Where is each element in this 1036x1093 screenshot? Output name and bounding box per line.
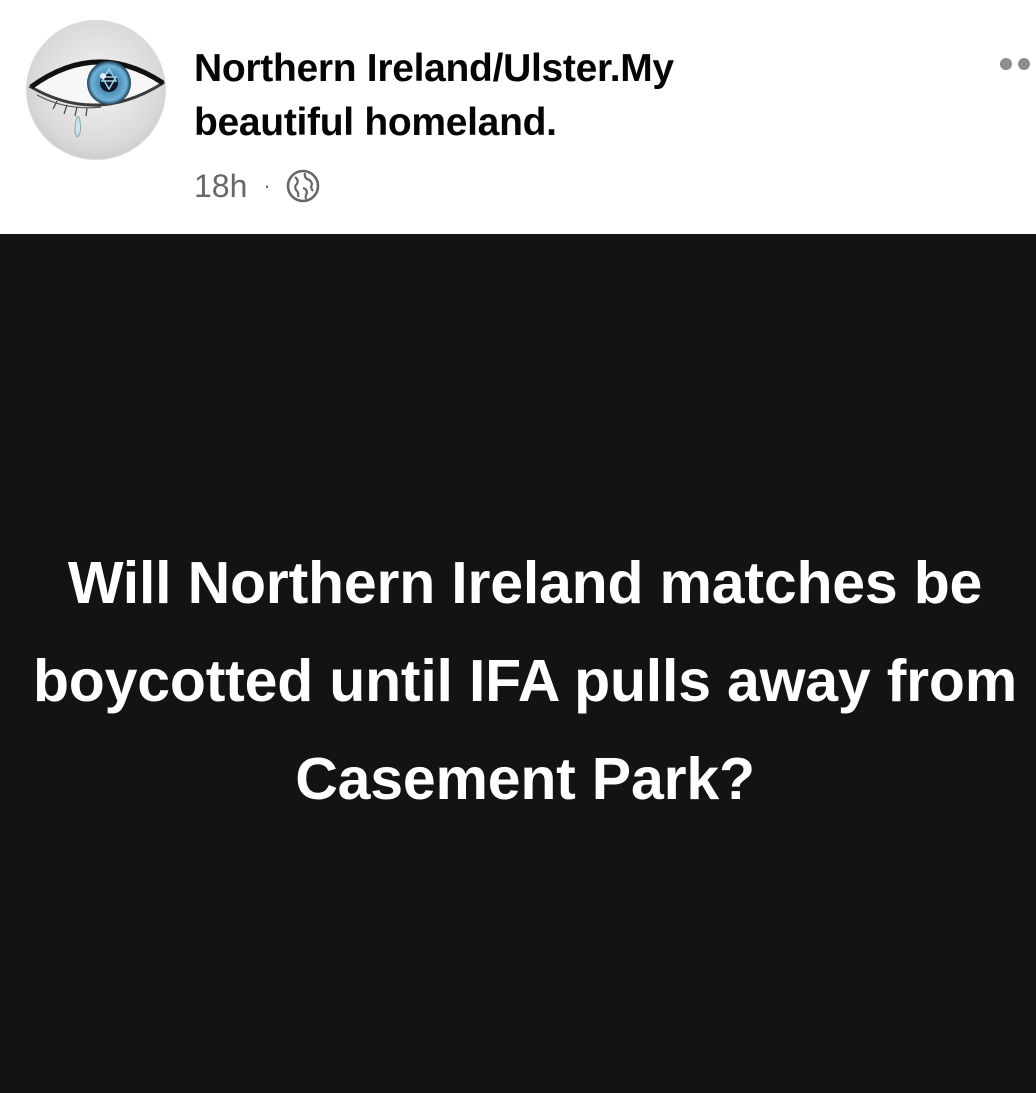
post-header: Northern Ireland/Ulster.My beautiful hom… [0,0,1036,234]
page-avatar[interactable] [26,20,166,160]
more-dot [1000,58,1012,70]
post-text: Will Northern Ireland matches be boycott… [32,550,1018,812]
post-meta: 18h · [194,164,321,208]
meta-separator: · [263,173,271,198]
eye-avatar-image [27,21,165,159]
page-name[interactable]: Northern Ireland/Ulster.My beautiful hom… [194,42,834,150]
more-dot [1018,58,1030,70]
post-text-background: Will Northern Ireland matches be boycott… [0,234,1036,1093]
globe-icon[interactable] [285,168,321,204]
post-timestamp[interactable]: 18h [194,168,247,205]
facebook-post: Northern Ireland/Ulster.My beautiful hom… [0,0,1036,1093]
more-options-icon[interactable] [996,54,1036,74]
